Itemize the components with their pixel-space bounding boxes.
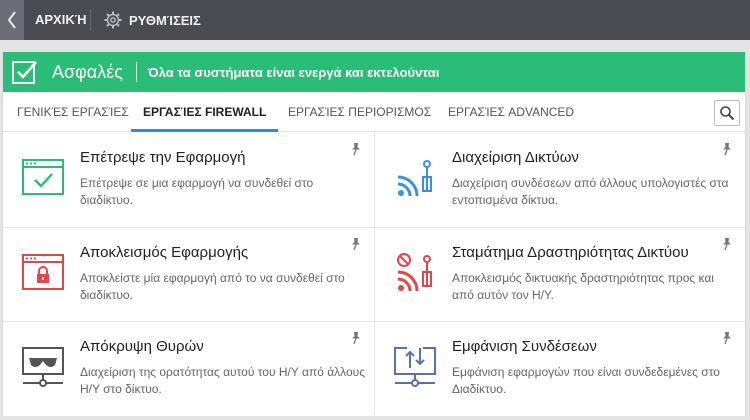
task-grid: Επέτρεψε την Εφαρμογή Επέτρεψε σε μια εφ… [3, 133, 745, 416]
active-tab-indicator [131, 129, 279, 132]
block-app-icon [22, 254, 64, 290]
settings-link[interactable]: ΡΥΘΜΊΣΕΙΣ [104, 0, 201, 40]
allow-app-icon [22, 159, 64, 195]
tab-bar: ΓΕΝΙΚΈΣ ΕΡΓΑΣΊΕΣ ΕΡΓΑΣΊΕΣ FIREWALL ΕΡΓΑΣ… [3, 92, 745, 132]
pin-icon[interactable] [721, 237, 733, 251]
task-card-manage-networks[interactable]: Διαχείριση Δικτύων Διαχείριση συνδέσεων … [374, 133, 745, 227]
task-description: Αποκλεισμός δικτυακής δραστηριότητας προ… [452, 271, 714, 302]
hide-ports-icon [22, 347, 64, 387]
top-navigation-bar: ΑΡΧΙΚΉ ΡΥΘΜΊΣΕΙΣ [0, 0, 750, 40]
tab-firewall-tasks[interactable]: ΕΡΓΑΣΊΕΣ FIREWALL [131, 92, 279, 132]
status-label: Ασφαλές [52, 61, 123, 82]
task-card-block-app[interactable]: Αποκλεισμός Εφαρμογής Αποκλείστε μία εφα… [3, 227, 374, 321]
tab-label: ΓΕΝΙΚΈΣ ΕΡΓΑΣΊΕΣ [17, 105, 129, 119]
chevron-left-icon [7, 11, 16, 29]
task-title: Αποκλεισμός Εφαρμογής [80, 244, 249, 261]
pin-icon[interactable] [350, 237, 362, 251]
task-description: Διαχείριση συνδέσεων από άλλους υπολογισ… [452, 176, 729, 207]
task-title: Απόκρυψη Θυρών [80, 338, 204, 355]
status-divider [135, 62, 137, 82]
task-title: Εμφάνιση Συνδέσεων [452, 338, 597, 355]
back-button[interactable] [0, 0, 24, 40]
task-card-hide-ports[interactable]: Απόκρυψη Θυρών Διαχείριση της ορατότητας… [3, 321, 374, 415]
tab-label: ΕΡΓΑΣΊΕΣ ΠΕΡΙΟΡΙΣΜΟΣ [288, 105, 432, 119]
task-description: Επέτρεψε σε μια εφαρμογή να συνδεθεί στο… [80, 176, 314, 207]
nav-divider [90, 9, 91, 31]
status-banner: Ασφαλές Όλα τα συστήματα είναι ενεργά κα… [3, 52, 745, 92]
show-connections-icon [394, 347, 436, 387]
home-link[interactable]: ΑΡΧΙΚΉ [35, 0, 87, 40]
pin-icon[interactable] [721, 331, 733, 345]
search-button[interactable] [714, 100, 740, 126]
task-title: Διαχείριση Δικτύων [452, 149, 579, 166]
tab-restriction-tasks[interactable]: ΕΡΓΑΣΊΕΣ ΠΕΡΙΟΡΙΣΜΟΣ [288, 92, 431, 132]
tab-label: ΕΡΓΑΣΊΕΣ FIREWALL [143, 105, 267, 119]
tab-general-tasks[interactable]: ΓΕΝΙΚΈΣ ΕΡΓΑΣΊΕΣ [17, 92, 129, 132]
task-description: Διαχείριση της ορατότητας αυτού του Η/Υ … [80, 365, 365, 396]
search-icon [720, 106, 735, 121]
pin-icon[interactable] [350, 331, 362, 345]
task-card-allow-app[interactable]: Επέτρεψε την Εφαρμογή Επέτρεψε σε μια εφ… [3, 133, 374, 227]
network-signal-icon [397, 160, 432, 197]
status-message: Όλα τα συστήματα είναι ενεργά και εκτελο… [147, 64, 440, 80]
pin-icon[interactable] [721, 142, 733, 156]
pin-icon[interactable] [350, 142, 362, 156]
tab-label: ΕΡΓΑΣΊΕΣ ADVANCED [448, 105, 575, 119]
firewall-panel: Ασφαλές Όλα τα συστήματα είναι ενεργά κα… [2, 52, 746, 416]
gear-icon [104, 11, 122, 29]
task-title: Επέτρεψε την Εφαρμογή [80, 149, 246, 166]
task-description: Αποκλείστε μία εφαρμογή από το να συνδεθ… [80, 271, 345, 302]
task-title: Σταμάτημα Δραστηριότητας Δικτύου [452, 244, 689, 261]
checkbox-checked-icon [12, 61, 37, 84]
task-card-show-connections[interactable]: Εμφάνιση Συνδέσεων Εμφάνιση εφαρμογών πο… [374, 321, 745, 415]
task-card-stop-network-activity[interactable]: Σταμάτημα Δραστηριότητας Δικτύου Αποκλει… [374, 227, 745, 321]
task-description: Εμφάνιση εφαρμογών που είναι συνδεδεμένε… [452, 365, 720, 396]
stop-network-icon [397, 253, 432, 292]
tab-advanced-tasks[interactable]: ΕΡΓΑΣΊΕΣ ADVANCED [448, 92, 574, 132]
settings-label: ΡΥΘΜΊΣΕΙΣ [129, 12, 201, 28]
